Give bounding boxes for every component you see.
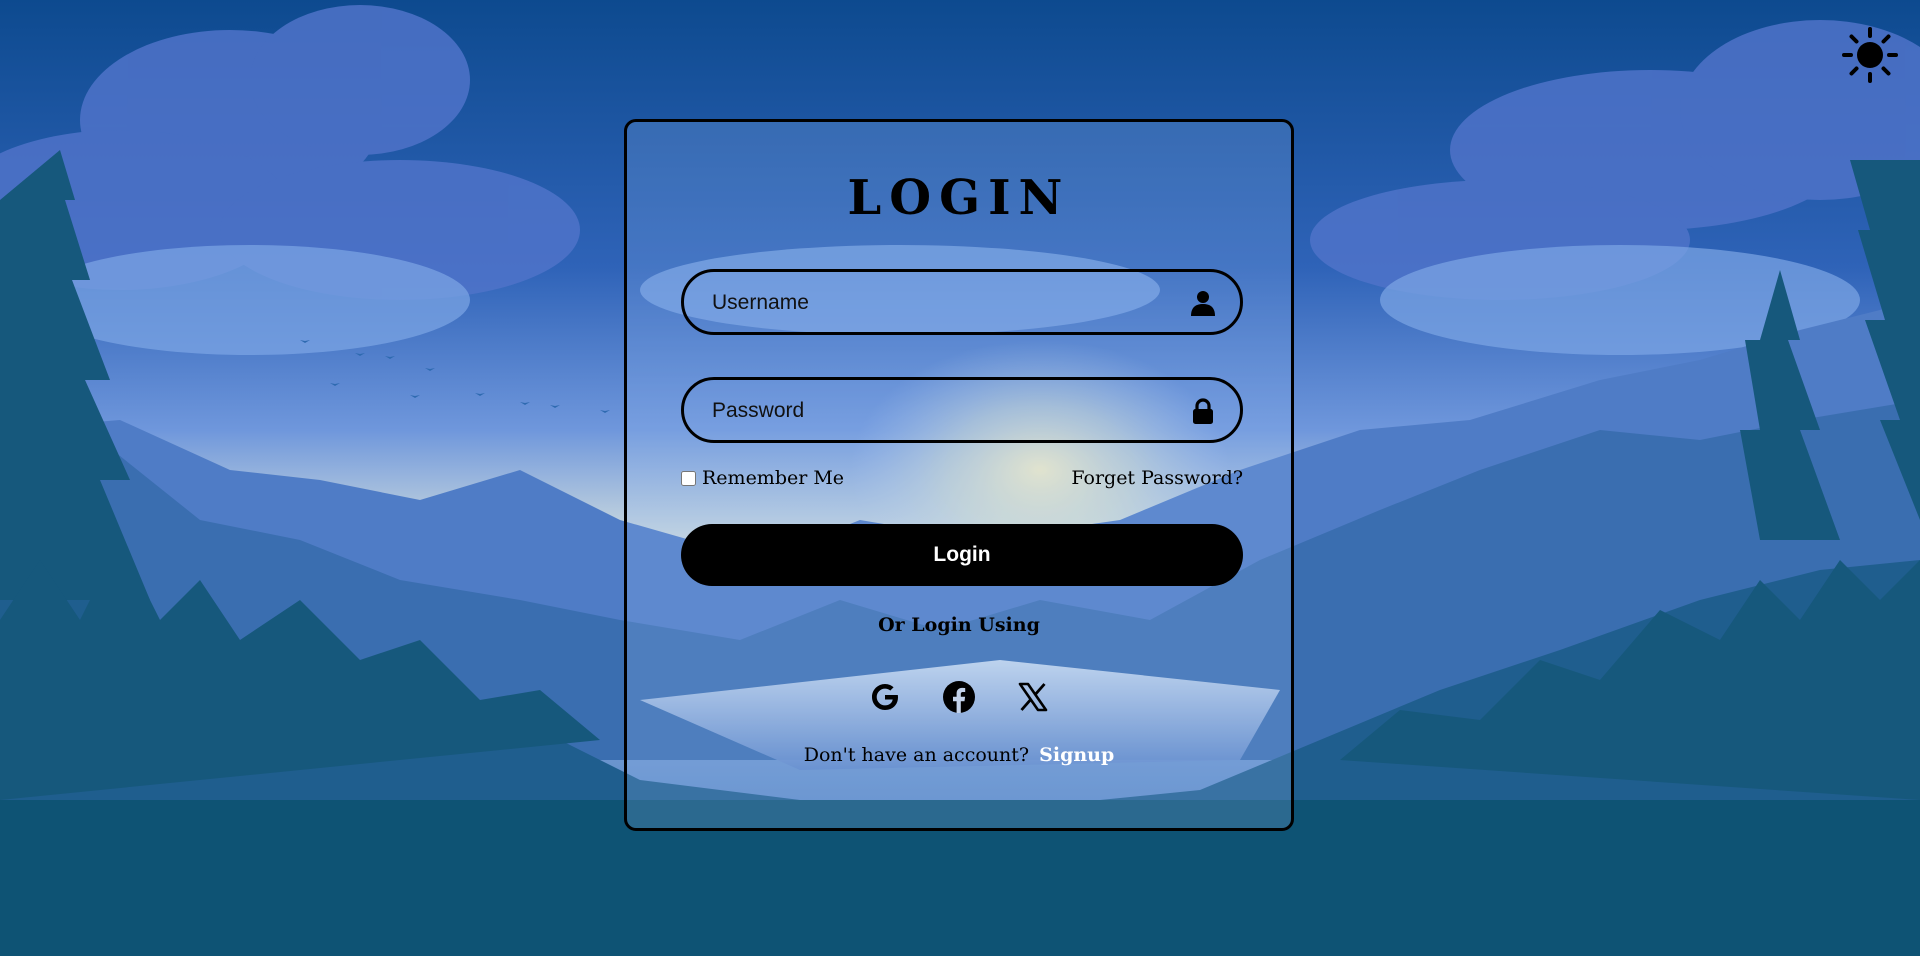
lock-icon [1193,398,1213,424]
signup-link[interactable]: Signup [1039,744,1114,766]
remember-me: Remember Me [681,467,844,489]
user-icon [1191,291,1215,316]
facebook-icon[interactable] [942,680,976,714]
social-login-row [627,680,1291,720]
signup-prompt: Don't have an account? [803,744,1030,766]
forgot-password-link[interactable]: Forget Password? [1071,467,1243,489]
remember-me-checkbox[interactable] [681,470,696,486]
login-button[interactable]: Login [681,524,1243,586]
signup-row: Don't have an account? Signup [627,744,1291,766]
options-row: Remember Me Forget Password? [681,467,1243,497]
login-card: LOGIN Remember Me Forget Password? Login… [624,119,1294,831]
password-field-wrapper [681,377,1243,443]
username-input[interactable] [710,272,1154,334]
alt-login-label: Or Login Using [878,614,1040,636]
google-icon[interactable] [868,680,902,714]
sun-icon [1842,27,1898,83]
username-field-wrapper [681,269,1243,335]
x-icon[interactable] [1016,680,1050,714]
login-title: LOGIN [847,170,1071,226]
password-input[interactable] [710,380,1154,442]
remember-me-label: Remember Me [702,467,845,489]
theme-toggle-button[interactable] [1842,27,1898,83]
